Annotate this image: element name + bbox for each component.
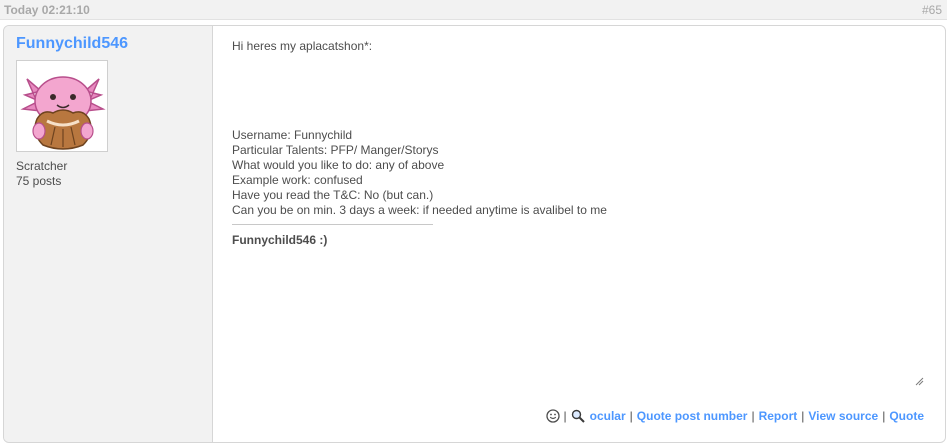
author-panel: Funnychild546 Scratcher 75 posts (4, 26, 213, 442)
message-line: Particular Talents: PFP/ Manger/Storys (232, 143, 439, 157)
pink-axolotl-avatar-icon[interactable] (16, 60, 108, 152)
action-separator: | (882, 409, 886, 423)
resize-grip-icon[interactable] (914, 375, 924, 386)
message-body: Username: Funnychild Particular Talents:… (232, 128, 607, 218)
smiley-icon[interactable] (545, 409, 560, 423)
signature-divider (232, 224, 433, 225)
post-content: Hi heres my aplacatshon*: Username: Funn… (213, 26, 945, 442)
quote-link[interactable]: Quote (889, 409, 924, 423)
author-username-link[interactable]: Funnychild546 (16, 35, 128, 53)
action-separator: | (629, 409, 633, 423)
magnifier-icon[interactable] (571, 409, 585, 423)
post-box: Funnychild546 Scratcher 75 posts Hi here… (3, 25, 946, 443)
message-line: Example work: confused (232, 173, 363, 187)
action-separator: | (751, 409, 755, 423)
message-greeting: Hi heres my aplacatshon*: (232, 39, 373, 53)
post-header: Today 02:21:10 #65 (0, 0, 947, 20)
message-line: Can you be on min. 3 days a week: if nee… (232, 203, 607, 217)
post-timestamp: Today 02:21:10 (4, 3, 90, 17)
action-separator: | (801, 409, 805, 423)
message-line: What would you like to do: any of above (232, 158, 445, 172)
author-role: Scratcher (16, 159, 68, 173)
ocular-link[interactable]: ocular (590, 409, 626, 423)
author-post-count: 75 posts (16, 174, 62, 188)
report-link[interactable]: Report (759, 409, 798, 423)
view-source-link[interactable]: View source (808, 409, 878, 423)
quote-post-number-link[interactable]: Quote post number (637, 409, 748, 423)
author-signature: Funnychild546 :) (232, 233, 328, 247)
post-actions: | ocular | Quote post number | Report | … (545, 409, 924, 423)
message-line: Username: Funnychild (232, 128, 353, 142)
action-separator: | (563, 409, 567, 423)
message-line: Have you read the T&C: No (but can.) (232, 188, 434, 202)
post-number-link[interactable]: #65 (922, 3, 942, 17)
